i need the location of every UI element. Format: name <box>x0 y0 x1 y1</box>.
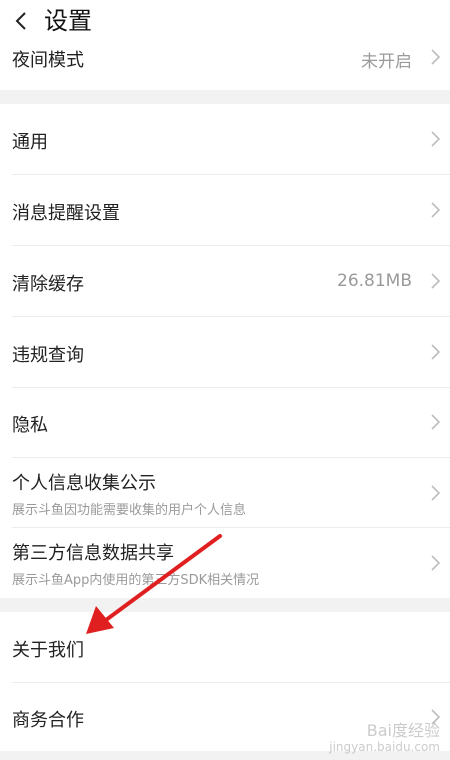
row-value: 未开启 <box>361 52 412 72</box>
settings-row-violation[interactable]: 违规查询 <box>0 317 450 387</box>
row-label: 违规查询 <box>12 345 84 366</box>
section-gap <box>0 90 450 104</box>
chevron-right-icon <box>431 273 441 289</box>
row-label: 夜间模式 <box>12 50 84 71</box>
top-bar: 设置 <box>0 0 450 44</box>
row-label: 清除缓存 <box>12 274 84 295</box>
page-title: 设置 <box>44 7 92 35</box>
settings-row-clear-cache[interactable]: 清除缓存 26.81MB <box>0 246 450 316</box>
watermark: Bai度经验 jingyan.baidu.com <box>329 721 440 755</box>
settings-row-about[interactable]: 关于我们 <box>0 612 450 682</box>
row-label: 个人信息收集公示 <box>12 473 156 494</box>
section-gap <box>0 598 450 612</box>
chevron-right-icon <box>431 202 441 218</box>
chevron-right-icon <box>431 414 441 430</box>
chevron-right-icon <box>431 131 441 147</box>
row-label: 消息提醒设置 <box>12 203 120 224</box>
row-label: 关于我们 <box>12 640 84 661</box>
row-description: 展示斗鱼App内使用的第三方SDK相关情况 <box>12 573 260 588</box>
settings-row-general[interactable]: 通用 <box>0 104 450 174</box>
chevron-right-icon <box>431 49 441 65</box>
cache-size-value: 26.81MB <box>337 271 412 291</box>
watermark-url: jingyan.baidu.com <box>329 740 440 754</box>
settings-row-night-mode[interactable]: 夜间模式 未开启 <box>0 38 450 88</box>
chevron-left-icon <box>15 12 26 30</box>
row-label: 通用 <box>12 132 48 153</box>
chevron-right-icon <box>431 344 441 360</box>
settings-row-notifications[interactable]: 消息提醒设置 <box>0 175 450 245</box>
back-button[interactable] <box>6 6 36 36</box>
row-description: 展示斗鱼因功能需要收集的用户个人信息 <box>12 503 247 518</box>
chevron-right-icon <box>431 555 441 571</box>
settings-row-personal-info[interactable]: 个人信息收集公示 展示斗鱼因功能需要收集的用户个人信息 <box>0 458 450 527</box>
settings-row-third-party[interactable]: 第三方信息数据共享 展示斗鱼App内使用的第三方SDK相关情况 <box>0 528 450 598</box>
chevron-right-icon <box>431 485 441 501</box>
watermark-logo-text: Bai度经验 <box>366 721 440 740</box>
row-label: 商务合作 <box>12 710 84 731</box>
row-label: 第三方信息数据共享 <box>12 543 174 564</box>
row-label: 隐私 <box>12 415 48 436</box>
settings-row-privacy[interactable]: 隐私 <box>0 388 450 457</box>
